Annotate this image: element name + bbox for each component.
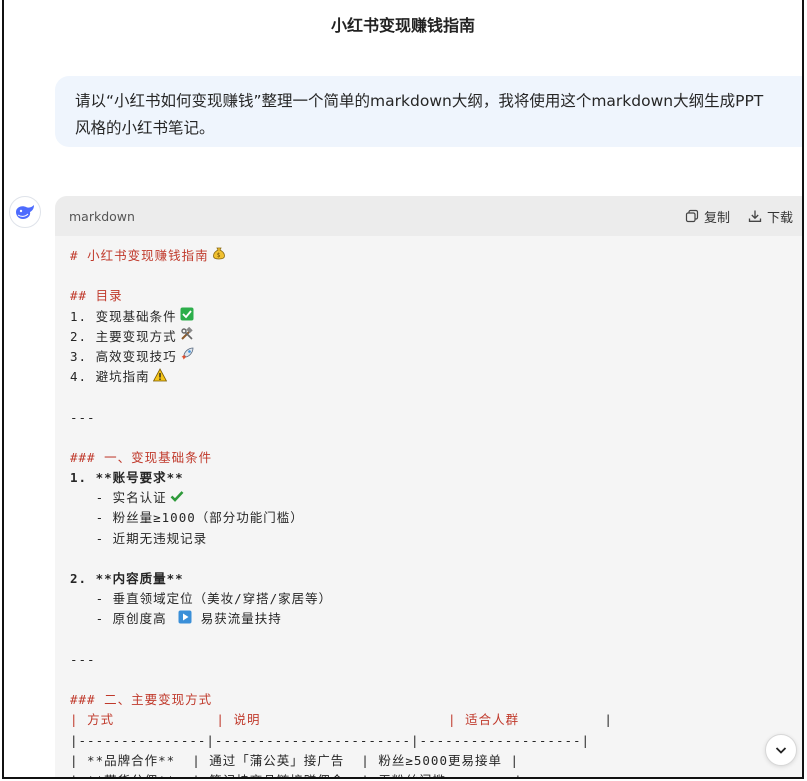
download-icon bbox=[748, 210, 762, 222]
code-line-table-row: | **品牌合作** | 通过「蒲公英」接广告 | 粉丝≥5000更易接单 | bbox=[70, 752, 520, 768]
code-line-toc-3: 3. 高效变现技巧 bbox=[70, 347, 800, 367]
code-line-table-row: | **带货分佣** | 笔记挂商品链接赚佣金 | 无粉丝门槛 | bbox=[70, 771, 800, 777]
user-message-line-1: 请以“小红书如何变现赚钱”整理一个简单的markdown大纲，我将使用这个mar… bbox=[75, 92, 764, 110]
code-line-hr: --- bbox=[70, 651, 96, 667]
download-button[interactable]: 下载 bbox=[748, 207, 793, 226]
code-line-h3-section-1: ### 一、变现基础条件 bbox=[70, 449, 213, 465]
code-content: # 小红书变现赚钱指南 $ ## 目录 1. 变现基础条件 2. 主要变现方式 3… bbox=[55, 236, 802, 777]
rocket-icon bbox=[180, 347, 194, 367]
copy-label: 复制 bbox=[703, 210, 730, 226]
code-line-bullet: - 粉丝量≥1000（部分功能门槛） bbox=[70, 510, 304, 526]
code-line-item: 2. **内容质量** bbox=[70, 571, 184, 586]
chat-window: 小红书变现赚钱指南 请以“小红书如何变现赚钱”整理一个简单的markdown大纲… bbox=[2, 0, 804, 779]
money-bag-icon: $ bbox=[212, 246, 226, 266]
warning-icon bbox=[152, 367, 167, 388]
code-line-bullet: - 实名认证 bbox=[70, 488, 800, 508]
code-line-table-sep: |---------------|-----------------------… bbox=[70, 732, 591, 748]
copy-button[interactable]: 复制 bbox=[685, 207, 730, 226]
page-title: 小红书变现赚钱指南 bbox=[330, 16, 475, 35]
code-line-item: 1. **账号要求** bbox=[70, 470, 184, 486]
svg-text:$: $ bbox=[216, 252, 221, 259]
check-mark-icon bbox=[170, 489, 184, 509]
code-block: markdown 复制 下载 # 小红书变现赚钱指南 $ ## 目录 1. 变现… bbox=[55, 196, 802, 777]
code-line-bullet: - 原创度高 易获流量扶持 bbox=[70, 609, 800, 629]
assistant-avatar bbox=[9, 196, 41, 228]
play-button-icon bbox=[178, 610, 192, 630]
code-line-toc-4: 4. 避坑指南 bbox=[70, 367, 800, 387]
check-box-icon bbox=[180, 307, 194, 327]
download-label: 下载 bbox=[766, 210, 793, 226]
code-line-bullet: - 近期无违规记录 bbox=[70, 530, 208, 546]
user-message: 请以“小红书如何变现赚钱”整理一个简单的markdown大纲，我将使用这个mar… bbox=[55, 76, 802, 147]
code-line-h1: # 小红书变现赚钱指南 $ bbox=[70, 246, 800, 266]
code-line-table-header: | 方式 | 说明 | 适合人群 | bbox=[70, 712, 613, 728]
code-line-h3-section-2: ### 二、主要变现方式 bbox=[70, 692, 213, 708]
code-line-toc-2: 2. 主要变现方式 bbox=[70, 326, 800, 347]
code-line-hr: --- bbox=[70, 409, 96, 425]
code-actions: 复制 下载 bbox=[685, 196, 793, 236]
code-line-toc-1: 1. 变现基础条件 bbox=[70, 307, 800, 327]
user-message-line-2: 风格的小红书笔记。 bbox=[75, 119, 215, 137]
code-line-bullet: - 垂直领域定位（美妆/穿搭/家居等） bbox=[70, 591, 333, 607]
deepseek-whale-icon bbox=[16, 205, 34, 219]
copy-icon bbox=[685, 209, 699, 223]
code-line-h2: ## 目录 bbox=[70, 288, 123, 304]
code-language-label: markdown bbox=[69, 208, 135, 224]
code-header: markdown 复制 下载 bbox=[55, 196, 802, 236]
scroll-to-bottom-button[interactable] bbox=[765, 734, 797, 766]
hammer-wrench-icon bbox=[180, 326, 194, 347]
chevron-down-icon bbox=[775, 747, 787, 754]
